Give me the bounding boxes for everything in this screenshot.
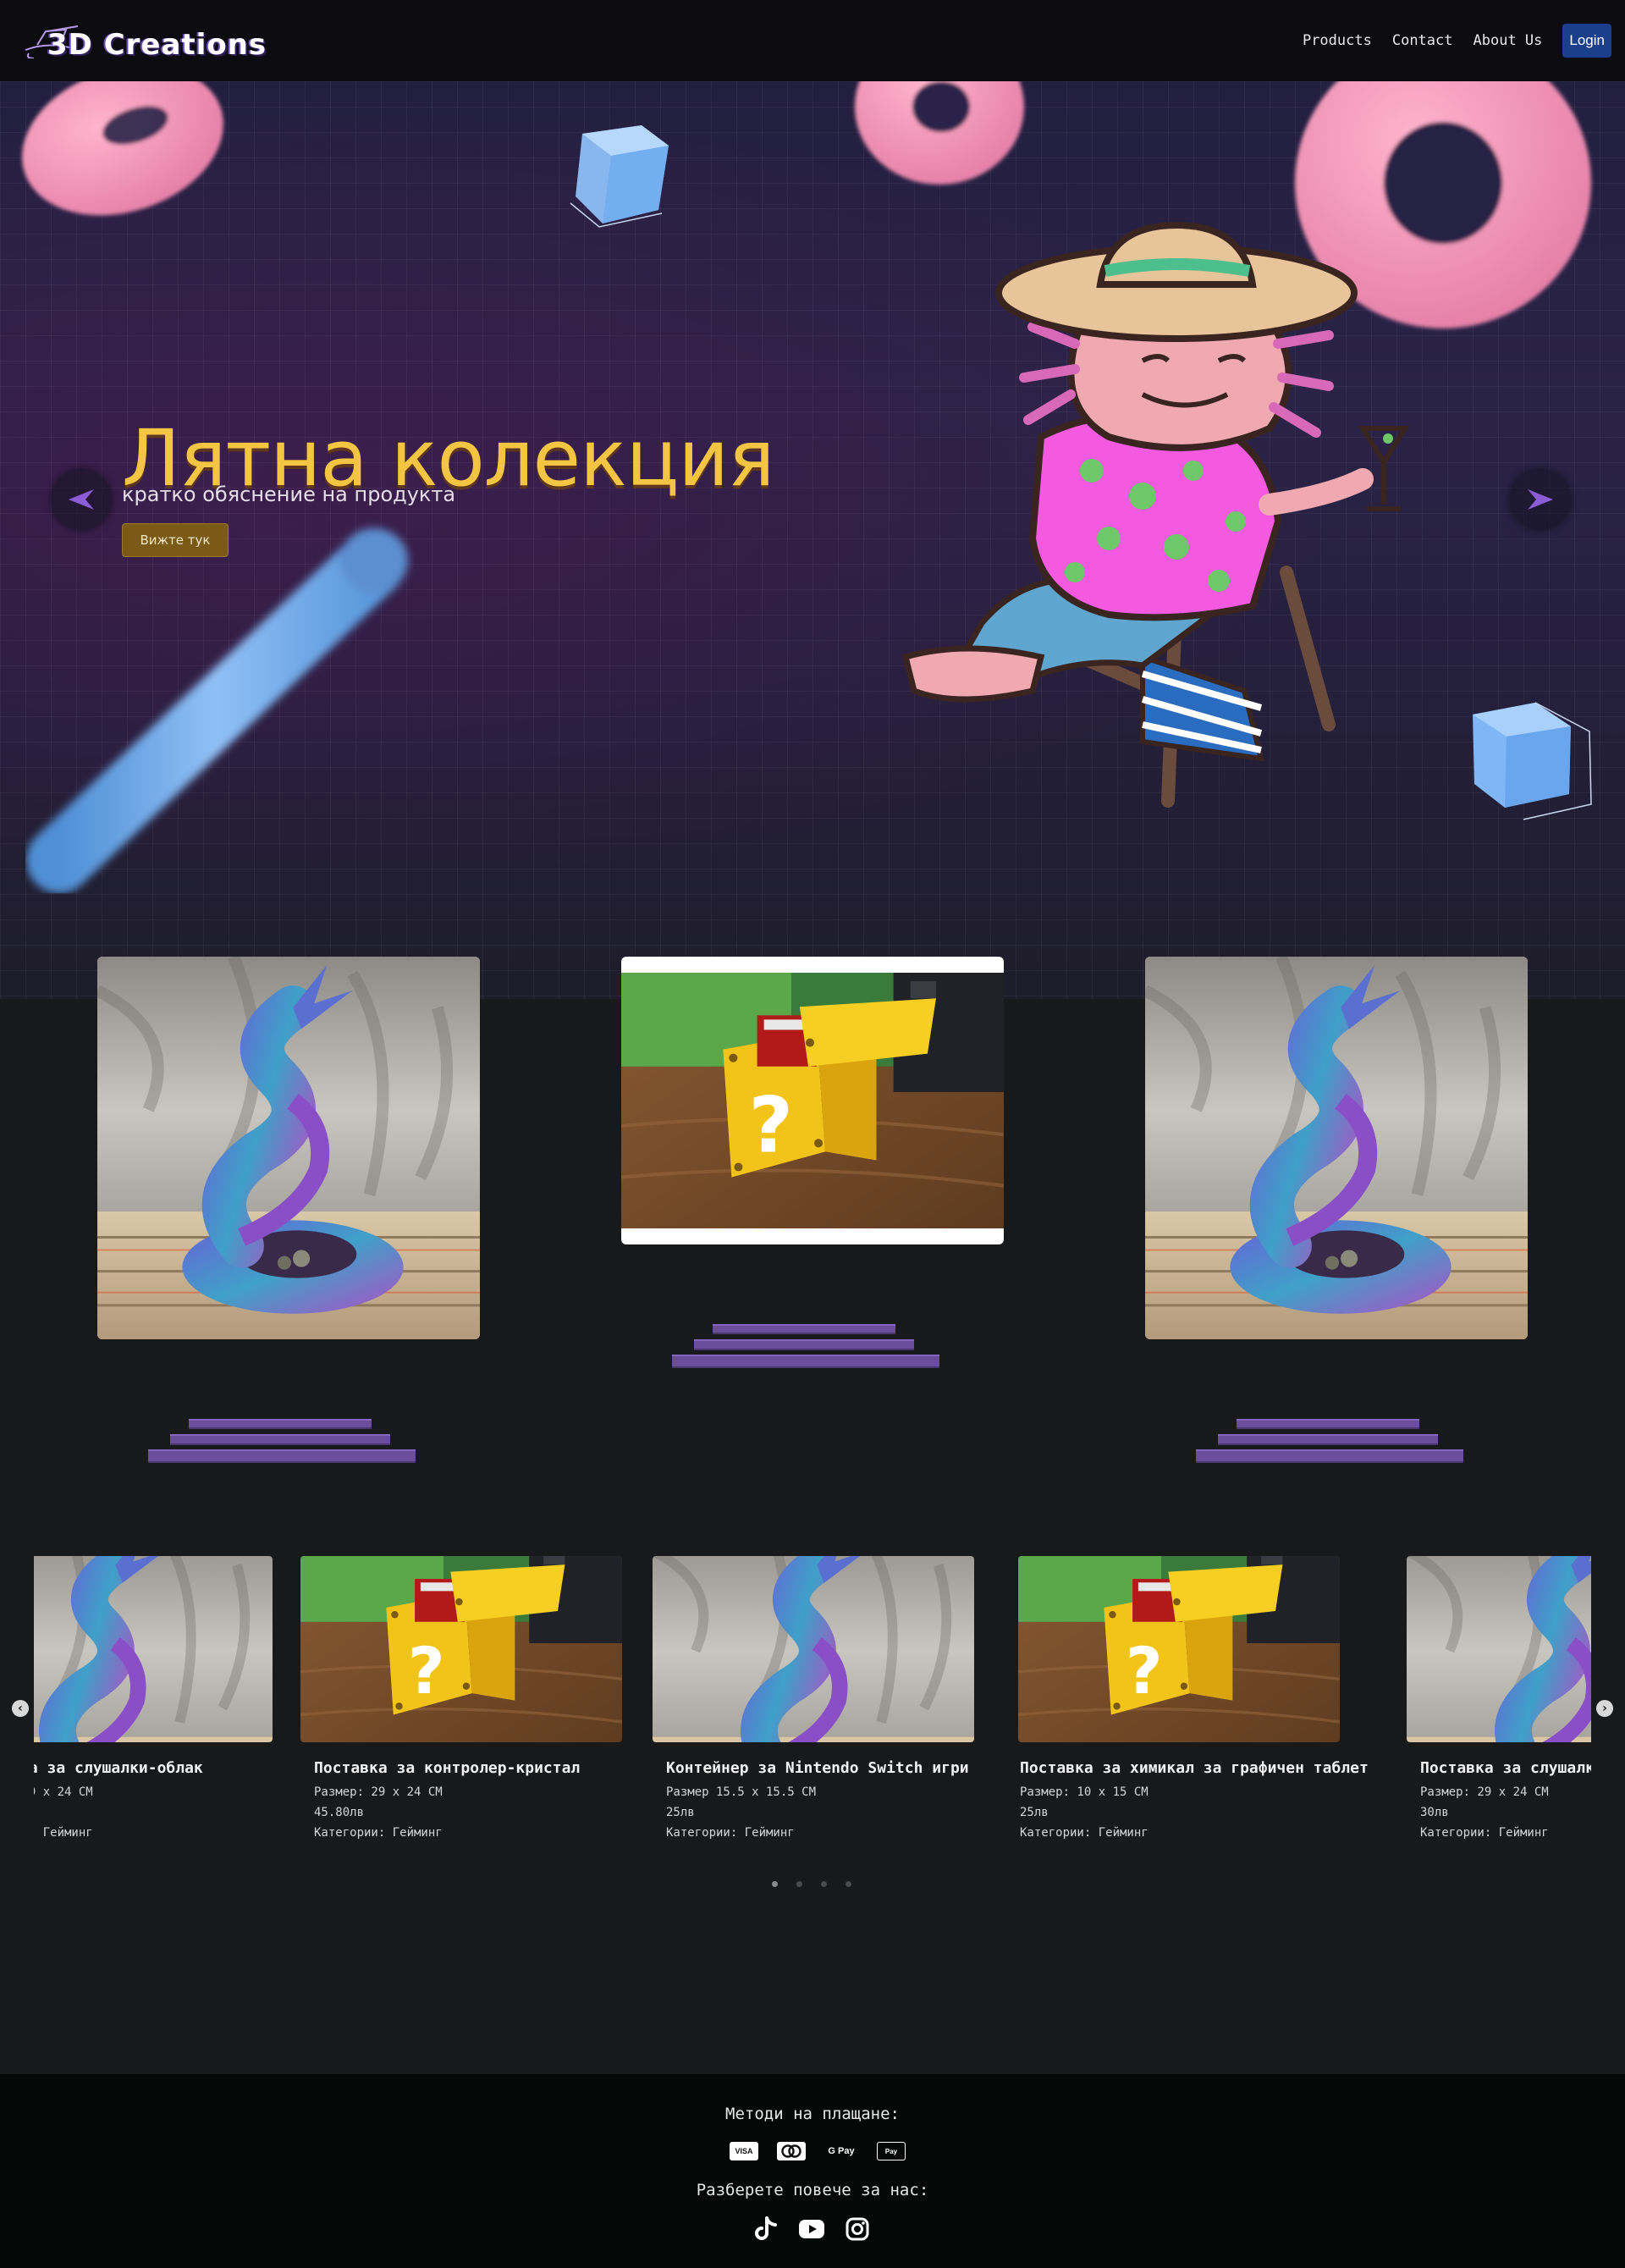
carousel-item-size: Размер: 29 x 24 CM — [314, 1785, 443, 1799]
footer: Методи на плащане: VISA G Pay Pay Разбер… — [0, 2074, 1625, 2268]
carousel-viewport: Поставка за слушалки-облак Размер: 29 x … — [34, 1556, 1591, 1861]
hero-banner: Лятна колекция кратко обяснение на проду… — [0, 81, 1625, 999]
payment-methods: VISA G Pay Pay — [730, 2142, 906, 2160]
mastercard-logo-icon — [781, 2144, 801, 2158]
featured-product-card[interactable] — [97, 957, 480, 1339]
carousel-dot[interactable] — [796, 1881, 802, 1887]
social-heading: Разберете повече за нас: — [696, 2181, 929, 2199]
nav-links: Products Contact About Us Login — [1303, 24, 1611, 58]
chevron-left-icon: ‹ — [18, 1702, 23, 1715]
carousel-item-price: 25лв — [666, 1806, 695, 1819]
tube-shape — [26, 528, 408, 893]
carousel-item-category: Категории: Гейминг — [1020, 1826, 1149, 1840]
google-pay-icon: G Pay — [828, 2146, 855, 2156]
carousel-item-title: Контейнер за Nintendo Switch игри — [666, 1759, 969, 1777]
featured-product-card[interactable] — [621, 957, 1004, 1244]
logo[interactable]: 3D Creations — [22, 11, 284, 70]
carousel-item-category: Категории: Гейминг — [34, 1826, 93, 1840]
carousel-item-image — [300, 1556, 622, 1742]
product-image-question-block — [621, 973, 1004, 1228]
mastercard-icon — [777, 2142, 806, 2160]
carousel-item-category: Категории: Гейминг — [1420, 1826, 1549, 1840]
carousel-item[interactable]: Поставка за слушалки Размер: 29 x 24 CM … — [1407, 1556, 1591, 1840]
nav-link-contact[interactable]: Contact — [1392, 32, 1453, 49]
carousel-item-price: 30лв — [1420, 1806, 1449, 1819]
carousel-next-button[interactable]: › — [1596, 1700, 1613, 1717]
navbar: 3D Creations Products Contact About Us L… — [0, 0, 1625, 81]
carousel-item-price: 45.80лв — [314, 1806, 365, 1819]
chevron-right-icon — [1528, 489, 1553, 510]
carousel-prev-button[interactable]: ‹ — [12, 1700, 29, 1717]
carousel-item-title: Поставка за слушалки — [1420, 1759, 1591, 1777]
product-carousel: ‹ › Поставка за слушалки-облак Размер: 2… — [0, 1541, 1625, 1896]
carousel-dot[interactable] — [846, 1881, 851, 1887]
featured-product-card[interactable] — [1145, 957, 1528, 1339]
youtube-icon[interactable] — [799, 2216, 824, 2242]
donut-shape — [22, 81, 223, 216]
carousel-pagination — [772, 1881, 851, 1887]
carousel-item-image — [1407, 1556, 1591, 1742]
chevron-right-icon: › — [1602, 1702, 1607, 1715]
carousel-item-category: Категории: Гейминг — [666, 1826, 795, 1840]
nav-link-products[interactable]: Products — [1303, 32, 1372, 49]
visa-icon: VISA — [730, 2142, 758, 2160]
carousel-item-category: Категории: Гейминг — [314, 1826, 443, 1840]
carousel-item-title: Поставка за слушалки-облак — [34, 1759, 203, 1777]
cube-shape — [570, 125, 669, 228]
axolotl-illustration — [901, 221, 1410, 808]
social-links — [753, 2216, 870, 2242]
carousel-item-title: Поставка за химикал за графичен таблет — [1020, 1759, 1369, 1777]
carousel-item[interactable]: Поставка за контролер-кристал Размер: 29… — [300, 1556, 622, 1840]
apple-pay-icon: Pay — [877, 2142, 906, 2160]
carousel-item-image — [1018, 1556, 1340, 1742]
payment-methods-heading: Методи на плащане: — [725, 2105, 900, 2123]
hero-prev-button[interactable] — [51, 469, 112, 530]
login-button[interactable]: Login — [1562, 24, 1611, 58]
donut-shape — [855, 81, 1024, 185]
carousel-item-image — [653, 1556, 974, 1742]
instagram-icon[interactable] — [845, 2216, 870, 2242]
hero-cta-button[interactable]: Вижте тук — [122, 523, 229, 557]
carousel-item-size: Размер: 10 x 15 CM — [1020, 1785, 1149, 1799]
carousel-item[interactable]: Поставка за слушалки-облак Размер: 29 x … — [34, 1556, 273, 1840]
carousel-item-size: Размер: 29 x 24 CM — [1420, 1785, 1549, 1799]
carousel-item[interactable]: Контейнер за Nintendo Switch игри Размер… — [653, 1556, 974, 1840]
carousel-item-size: Размер: 29 x 24 CM — [34, 1785, 93, 1799]
hero-next-button[interactable] — [1510, 469, 1571, 530]
nav-link-about-us[interactable]: About Us — [1474, 32, 1543, 49]
product-image-dragon — [1145, 957, 1528, 1339]
carousel-item[interactable]: Поставка за химикал за графичен таблет Р… — [1006, 1556, 1369, 1840]
carousel-item-image — [34, 1556, 273, 1742]
logo-text: 3D Creations — [47, 28, 267, 62]
carousel-dot[interactable] — [821, 1881, 827, 1887]
tiktok-icon[interactable] — [753, 2216, 779, 2242]
hero-subtitle: кратко обяснение на продукта — [122, 483, 456, 506]
cube-shape — [1473, 702, 1592, 820]
carousel-item-price: 25лв — [1020, 1806, 1049, 1819]
product-image-dragon — [97, 957, 480, 1339]
chevron-left-icon — [69, 489, 94, 510]
carousel-item-price — [34, 1806, 273, 1819]
carousel-item-size: Размер 15.5 x 15.5 CM — [666, 1785, 817, 1799]
carousel-dot[interactable] — [772, 1881, 778, 1887]
carousel-item-title: Поставка за контролер-кристал — [314, 1759, 581, 1777]
